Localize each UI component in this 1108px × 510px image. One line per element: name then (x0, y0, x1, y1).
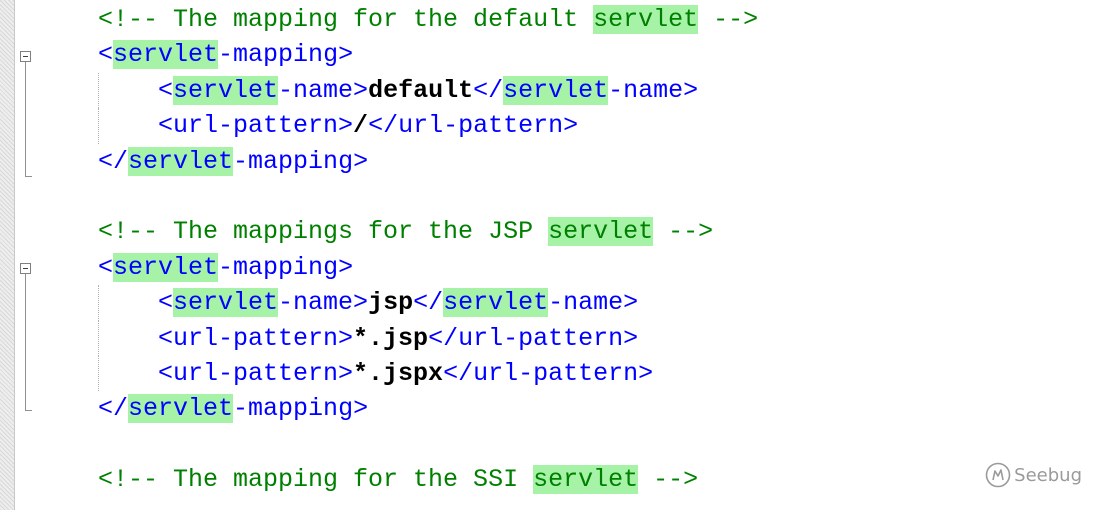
code-token: --> (638, 465, 699, 495)
code-token: <url-pattern> (98, 323, 354, 353)
code-token: -mapping> (218, 40, 354, 70)
code-line[interactable]: <!-- The mapping for the SSI servlet --> (98, 462, 758, 497)
code-token: </url-pattern> (443, 358, 654, 388)
search-highlight: servlet (548, 217, 654, 247)
code-line[interactable]: <url-pattern>*.jsp</url-pattern> (98, 320, 758, 356)
search-highlight: servlet (173, 288, 279, 318)
code-token: -name> (278, 288, 369, 318)
search-highlight: servlet (113, 252, 219, 282)
code-token: < (98, 252, 114, 282)
code-token: < (98, 75, 174, 105)
code-line[interactable]: </servlet-mapping> (98, 144, 758, 179)
code-token: </ (98, 394, 129, 424)
fold-toggle-icon[interactable] (20, 263, 31, 274)
code-token: / (353, 111, 369, 141)
code-token: -name> (608, 75, 699, 105)
search-highlight: servlet (503, 75, 609, 105)
seebug-logo-icon (985, 462, 1011, 488)
code-token: -mapping> (233, 394, 369, 424)
code-token: < (98, 40, 114, 70)
code-line[interactable]: <servlet-mapping> (98, 37, 758, 72)
code-line[interactable]: <servlet-name>jsp</servlet-name> (98, 285, 758, 321)
code-editor[interactable]: <!-- The mapping for the default servlet… (98, 2, 758, 497)
code-token: <!-- The mapping for the default (98, 5, 594, 34)
indent-guide (98, 108, 100, 144)
code-token: jsp (368, 288, 414, 318)
code-token: -mapping> (233, 146, 369, 176)
code-token: *.jsp (353, 323, 429, 353)
fold-guide (25, 274, 26, 410)
editor-left-margin (0, 0, 15, 510)
code-token: < (98, 288, 174, 318)
fold-guide (25, 62, 26, 176)
blank-line[interactable] (98, 427, 758, 462)
indent-guide (98, 72, 100, 109)
code-token: </ (413, 288, 444, 318)
search-highlight: servlet (443, 288, 549, 318)
search-highlight: servlet (173, 75, 279, 105)
watermark-text: Seebug (1014, 464, 1082, 486)
code-token: </url-pattern> (428, 323, 639, 353)
blank-line[interactable] (98, 179, 758, 214)
fold-end-marker (25, 176, 32, 177)
code-token: -name> (548, 288, 639, 318)
indent-guide (98, 320, 100, 356)
indent-guide (98, 285, 100, 321)
code-token: --> (653, 217, 714, 247)
watermark: Seebug (985, 462, 1082, 488)
code-token: -name> (278, 75, 369, 105)
code-line[interactable]: </servlet-mapping> (98, 391, 758, 426)
code-token: -mapping> (218, 252, 354, 282)
code-token: <!-- The mapping for the SSI (98, 465, 534, 495)
search-highlight: servlet (533, 465, 639, 495)
fold-margin (15, 0, 37, 510)
code-line[interactable]: <!-- The mappings for the JSP servlet --… (98, 214, 758, 249)
code-line[interactable]: <url-pattern>*.jspx</url-pattern> (98, 355, 758, 392)
code-token: </url-pattern> (368, 111, 579, 141)
code-token: </ (98, 146, 129, 176)
search-highlight: servlet (113, 40, 219, 70)
search-highlight: servlet (593, 5, 699, 34)
code-line[interactable]: <servlet-name>default</servlet-name> (98, 72, 758, 109)
indent-guide (98, 355, 100, 392)
fold-toggle-icon[interactable] (20, 51, 31, 62)
code-line[interactable]: <!-- The mapping for the default servlet… (98, 2, 758, 37)
search-highlight: servlet (128, 394, 234, 424)
code-token: --> (698, 5, 759, 34)
code-token: default (368, 75, 474, 105)
code-line[interactable]: <servlet-mapping> (98, 250, 758, 285)
code-line[interactable]: <url-pattern>/</url-pattern> (98, 108, 758, 144)
code-token: *.jspx (353, 358, 444, 388)
search-highlight: servlet (128, 146, 234, 176)
fold-end-marker (25, 410, 32, 411)
code-token: <!-- The mappings for the JSP (98, 217, 549, 247)
code-token: <url-pattern> (98, 358, 354, 388)
code-token: </ (473, 75, 504, 105)
code-token: <url-pattern> (98, 111, 354, 141)
